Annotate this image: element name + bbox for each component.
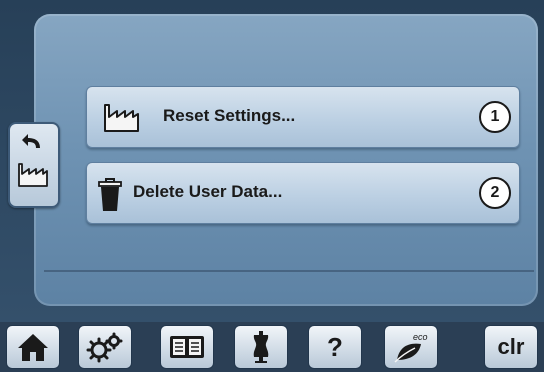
settings-button[interactable] — [78, 325, 132, 369]
help-icon: ? — [327, 331, 343, 362]
reset-settings-label: Reset Settings... — [163, 106, 296, 125]
delete-user-data-label: Delete User Data... — [133, 182, 283, 201]
factory-icon — [18, 163, 48, 187]
gears-icon — [86, 332, 123, 363]
factory-icon — [104, 104, 139, 132]
back-button[interactable] — [8, 122, 60, 208]
trash-icon — [98, 178, 122, 211]
eco-label: eco — [413, 332, 428, 342]
sewing-advisor-button[interactable] — [234, 325, 288, 369]
tutorial-button[interactable] — [160, 325, 214, 369]
reset-settings-button[interactable]: Reset Settings... 1 — [86, 86, 520, 148]
eco-leaf-icon: eco — [394, 332, 428, 363]
panel-divider — [44, 270, 534, 272]
help-button[interactable]: ? — [308, 325, 362, 369]
back-arrow-icon — [22, 134, 40, 148]
bottom-toolbar: ? eco clr — [0, 322, 544, 372]
number-badge-2: 2 — [479, 177, 511, 209]
book-icon — [170, 336, 204, 358]
number-badge-1: 1 — [479, 101, 511, 133]
clr-label: clr — [497, 334, 525, 359]
eco-button[interactable]: eco — [384, 325, 438, 369]
dress-form-icon — [253, 331, 269, 363]
setup-panel — [34, 14, 538, 306]
delete-user-data-button[interactable]: Delete User Data... 2 — [86, 162, 520, 224]
home-button[interactable] — [6, 325, 60, 369]
clear-button[interactable]: clr — [484, 325, 538, 369]
home-icon — [18, 334, 48, 361]
